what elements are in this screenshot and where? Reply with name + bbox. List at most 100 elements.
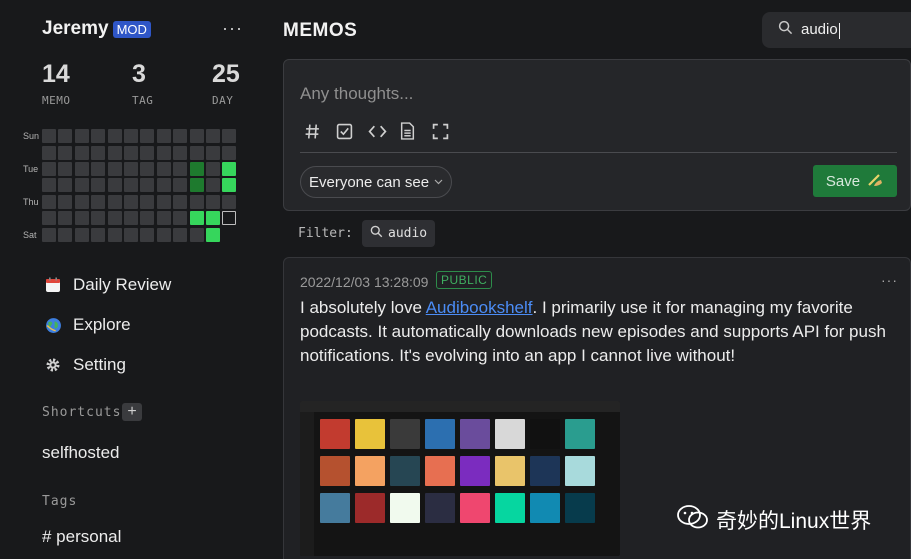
document-icon[interactable] <box>400 120 432 142</box>
heatmap-cell[interactable] <box>222 161 237 176</box>
heatmap-cell[interactable] <box>58 211 73 226</box>
heatmap-cell[interactable] <box>156 145 171 160</box>
heatmap-cell[interactable] <box>58 178 73 193</box>
heatmap-cell[interactable] <box>140 194 155 209</box>
save-button[interactable]: Save <box>813 165 897 197</box>
heatmap-cell[interactable] <box>173 211 188 226</box>
heatmap-cell[interactable] <box>42 161 56 176</box>
heatmap-cell[interactable] <box>205 194 220 209</box>
heatmap-cell[interactable] <box>107 194 122 209</box>
fullscreen-icon[interactable] <box>432 120 464 142</box>
heatmap-cell[interactable] <box>91 129 106 144</box>
heatmap-cell[interactable] <box>205 129 220 144</box>
heatmap-cell[interactable] <box>189 194 204 209</box>
heatmap-cell[interactable] <box>140 211 155 226</box>
heatmap-cell[interactable] <box>156 227 171 242</box>
heatmap-cell[interactable] <box>222 211 237 226</box>
heatmap-cell[interactable] <box>107 161 122 176</box>
heatmap-cell[interactable] <box>140 178 155 193</box>
heatmap-cell[interactable] <box>107 178 122 193</box>
heatmap-cell[interactable] <box>107 227 122 242</box>
heatmap-cell[interactable] <box>42 129 56 144</box>
heatmap-cell[interactable] <box>189 161 204 176</box>
heatmap-cell[interactable] <box>91 211 106 226</box>
sidebar-item-explore[interactable]: Explore <box>44 315 131 335</box>
heatmap-cell[interactable] <box>156 178 171 193</box>
memo-more-button[interactable]: ··· <box>881 272 898 288</box>
heatmap-cell[interactable] <box>58 129 73 144</box>
heatmap-cell[interactable] <box>205 161 220 176</box>
heatmap-cell[interactable] <box>140 161 155 176</box>
heatmap-cell[interactable] <box>222 129 237 144</box>
heatmap-cell[interactable] <box>140 227 155 242</box>
heatmap-cell[interactable] <box>205 211 220 226</box>
editor-placeholder[interactable]: Any thoughts... <box>300 84 413 104</box>
search-value[interactable]: audio <box>801 21 840 39</box>
filter-chip[interactable]: audio <box>362 220 436 247</box>
heatmap-cell[interactable] <box>91 178 106 193</box>
heatmap-cell[interactable] <box>189 145 204 160</box>
heatmap-cell[interactable] <box>58 194 73 209</box>
heatmap-cell[interactable] <box>91 194 106 209</box>
add-shortcut-button[interactable]: + <box>122 403 142 421</box>
heatmap-cell[interactable] <box>74 194 89 209</box>
heatmap-cell[interactable] <box>42 194 56 209</box>
memo-link[interactable]: Audibookshelf <box>426 298 533 317</box>
heatmap-cell[interactable] <box>189 227 204 242</box>
heatmap-cell[interactable] <box>74 129 89 144</box>
heatmap-cell[interactable] <box>189 211 204 226</box>
heatmap-cell[interactable] <box>74 211 89 226</box>
heatmap-cell[interactable] <box>74 161 89 176</box>
heatmap-cell[interactable] <box>42 178 56 193</box>
heatmap-cell[interactable] <box>123 178 138 193</box>
memo-editor[interactable]: Any thoughts... Everyone can see Save <box>283 59 911 211</box>
sidebar-item-setting[interactable]: Setting <box>44 355 126 375</box>
heatmap-cell[interactable] <box>123 211 138 226</box>
heatmap-cell[interactable] <box>140 129 155 144</box>
heatmap-cell[interactable] <box>222 145 237 160</box>
heatmap-cell[interactable] <box>205 178 220 193</box>
heatmap-cell[interactable] <box>173 194 188 209</box>
heatmap-cell[interactable] <box>173 145 188 160</box>
heatmap-cell[interactable] <box>91 161 106 176</box>
heatmap-cell[interactable] <box>107 211 122 226</box>
heatmap-cell[interactable] <box>42 227 56 242</box>
heatmap-cell[interactable] <box>123 145 138 160</box>
heatmap-cell[interactable] <box>222 228 236 242</box>
hash-icon[interactable] <box>304 120 336 142</box>
heatmap-cell[interactable] <box>91 145 106 160</box>
code-icon[interactable] <box>368 120 400 142</box>
heatmap-cell[interactable] <box>222 194 237 209</box>
heatmap-cell[interactable] <box>222 178 237 193</box>
heatmap-cell[interactable] <box>205 227 220 242</box>
sidebar-item-daily-review[interactable]: Daily Review <box>44 275 171 295</box>
heatmap-cell[interactable] <box>74 227 89 242</box>
shortcut-item[interactable]: selfhosted <box>42 443 120 463</box>
heatmap-cell[interactable] <box>107 129 122 144</box>
heatmap-cell[interactable] <box>140 145 155 160</box>
heatmap-cell[interactable] <box>42 211 56 226</box>
heatmap-cell[interactable] <box>58 145 73 160</box>
heatmap-cell[interactable] <box>156 129 171 144</box>
tag-item[interactable]: # personal <box>42 527 121 547</box>
heatmap-cell[interactable] <box>42 145 56 160</box>
heatmap-cell[interactable] <box>156 161 171 176</box>
heatmap-cell[interactable] <box>58 227 73 242</box>
visibility-select[interactable]: Everyone can see <box>300 166 453 198</box>
heatmap-cell[interactable] <box>205 145 220 160</box>
heatmap-cell[interactable] <box>74 145 89 160</box>
heatmap-cell[interactable] <box>173 178 188 193</box>
heatmap-cell[interactable] <box>74 178 89 193</box>
search-input[interactable]: audio <box>762 12 911 48</box>
heatmap-cell[interactable] <box>107 145 122 160</box>
heatmap-cell[interactable] <box>156 211 171 226</box>
heatmap-cell[interactable] <box>123 129 138 144</box>
user-banner[interactable]: Jeremy MOD <box>42 18 151 40</box>
heatmap-cell[interactable] <box>173 129 188 144</box>
heatmap-cell[interactable] <box>123 161 138 176</box>
heatmap-cell[interactable] <box>123 194 138 209</box>
checkbox-icon[interactable] <box>336 120 368 142</box>
heatmap-cell[interactable] <box>173 227 188 242</box>
heatmap-cell[interactable] <box>173 161 188 176</box>
heatmap-cell[interactable] <box>123 227 138 242</box>
